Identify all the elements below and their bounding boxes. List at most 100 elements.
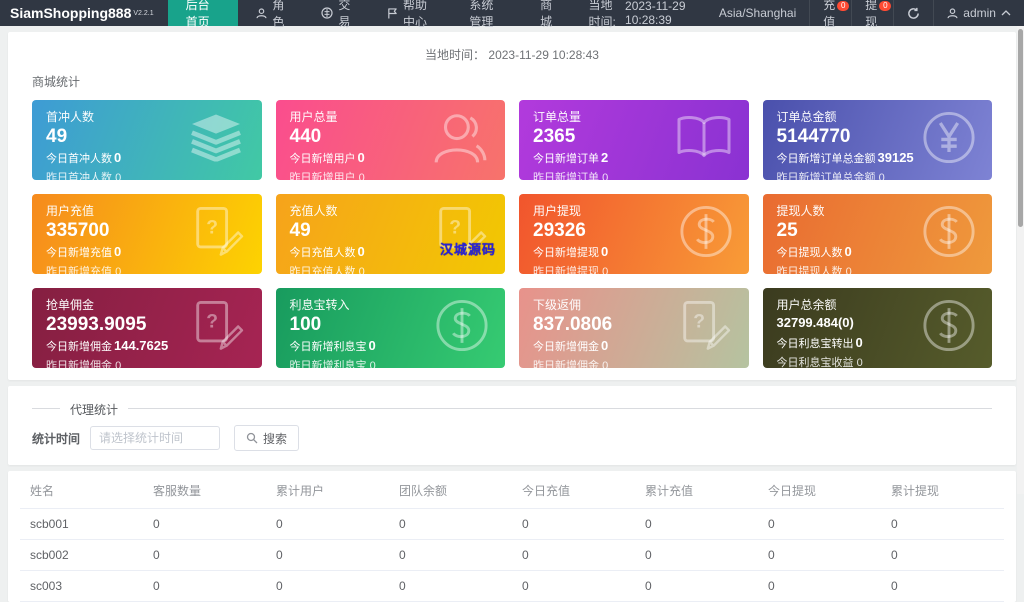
stat-time-input[interactable] bbox=[90, 426, 220, 450]
doc-question-icon: ? bbox=[186, 300, 246, 357]
table-cell: 0 bbox=[881, 571, 1004, 602]
stat-card: 用户提现 29326 今日新增提现0 昨日新增提现 0 bbox=[519, 194, 749, 274]
table-cell: 0 bbox=[758, 571, 881, 602]
user-icon bbox=[947, 8, 958, 19]
dollar-icon bbox=[922, 205, 976, 264]
agent-section-title: 代理统计 bbox=[60, 401, 128, 418]
brand-version: V2.2.1 bbox=[133, 10, 153, 17]
stat-card: 首冲人数 49 今日首冲人数0 昨日首冲人数 0 bbox=[32, 100, 262, 180]
nav-item-4[interactable]: 帮助中心 bbox=[369, 0, 451, 26]
brand-logo[interactable]: SiamShopping888 V2.2.1 bbox=[0, 0, 168, 26]
nav-item-label: 交易 bbox=[338, 0, 351, 30]
refresh-icon bbox=[907, 7, 920, 20]
stat-card: 利息宝转入 100 今日新增利息宝0 昨日新增利息宝 0 bbox=[276, 288, 506, 368]
dollar-icon bbox=[679, 205, 733, 264]
table-header-cell: 客服数量 bbox=[143, 473, 266, 509]
table-header-cell: 累计提现 bbox=[881, 473, 1004, 509]
user-dropdown[interactable]: admin bbox=[933, 0, 1024, 26]
table-cell: 0 bbox=[881, 509, 1004, 540]
table-header-cell: 今日提现 bbox=[758, 473, 881, 509]
agent-table-panel: 姓名客服数量累计用户团队余额今日充值累计充值今日提现累计提现 scb001000… bbox=[8, 471, 1016, 602]
table-header-cell: 今日充值 bbox=[512, 473, 635, 509]
scrollbar-thumb[interactable] bbox=[1018, 29, 1023, 227]
stat-card: 订单总金额 5144770 今日新增订单总金额39125 昨日新增订单总金额 0 bbox=[763, 100, 993, 180]
agent-filter-row: 统计时间 搜索 bbox=[32, 425, 992, 451]
svg-text:?: ? bbox=[693, 311, 705, 332]
nav-item-label: 商城 bbox=[540, 0, 557, 30]
dollar-icon bbox=[435, 299, 489, 358]
nav-item-2[interactable]: 角色 bbox=[238, 0, 303, 26]
table-header-cell: 姓名 bbox=[20, 473, 143, 509]
transaction-icon bbox=[321, 7, 333, 19]
table-body: scb0010000000scb0020000000sc0030000000 bbox=[20, 509, 1004, 602]
nav-item-label: 帮助中心 bbox=[403, 0, 433, 30]
search-icon bbox=[246, 432, 258, 444]
page-local-time: 当地时间： 2023-11-29 10:28:43 bbox=[24, 40, 1000, 71]
nav-item-5[interactable]: 系统管理 bbox=[451, 0, 522, 26]
table-cell: 0 bbox=[266, 509, 389, 540]
table-cell: 0 bbox=[512, 540, 635, 571]
username: admin bbox=[963, 6, 996, 20]
table-header-row: 姓名客服数量累计用户团队余额今日充值累计充值今日提现累计提现 bbox=[20, 473, 1004, 509]
card-yesterday-line: 昨日提现人数 0 bbox=[777, 263, 979, 274]
doc-question-icon: ? bbox=[186, 206, 246, 263]
nav-item-1[interactable]: 后台首页 bbox=[168, 0, 239, 26]
svg-text:?: ? bbox=[206, 217, 218, 238]
stat-card: 用户总量 440 今日新增用户0 昨日新增用户 0 bbox=[276, 100, 506, 180]
agent-name-cell: sc003 bbox=[20, 571, 143, 602]
card-yesterday-line: 昨日新增佣金 0 bbox=[46, 357, 248, 368]
stat-card: 抢单佣金 23993.9095 今日新增佣金144.7625 昨日新增佣金 0 … bbox=[32, 288, 262, 368]
layers-icon bbox=[186, 114, 246, 167]
table-cell: 0 bbox=[389, 571, 512, 602]
stats-panel: 当地时间： 2023-11-29 10:28:43 商城统计 首冲人数 49 今… bbox=[8, 32, 1016, 380]
local-time-display: 当地时间: 2023-11-29 10:28:39 bbox=[576, 0, 706, 26]
stat-card: 提现人数 25 今日提现人数0 昨日提现人数 0 bbox=[763, 194, 993, 274]
stats-section-title: 商城统计 bbox=[32, 73, 1000, 90]
nav-item-6[interactable]: 商城 bbox=[522, 0, 575, 26]
card-yesterday-line: 昨日新增利息宝 0 bbox=[290, 357, 492, 368]
search-button[interactable]: 搜索 bbox=[234, 425, 299, 451]
card-yesterday-line: 昨日首冲人数 0 bbox=[46, 169, 248, 180]
svg-text:?: ? bbox=[449, 217, 461, 238]
stat-card: 订单总量 2365 今日新增订单2 昨日新增订单 0 bbox=[519, 100, 749, 180]
nav-item-label: 角色 bbox=[272, 0, 285, 30]
timezone-display: Asia/Shanghai bbox=[706, 0, 809, 26]
table-cell: 0 bbox=[266, 540, 389, 571]
refresh-button[interactable] bbox=[893, 0, 933, 26]
main-menu: 后台首页角色交易帮助中心系统管理商城 bbox=[168, 0, 576, 26]
dollar-icon bbox=[922, 299, 976, 358]
card-yesterday-line: 昨日充值人数 0 bbox=[290, 263, 492, 274]
recharge-notice-button[interactable]: 充值 0 bbox=[809, 0, 851, 26]
vertical-scrollbar bbox=[1017, 26, 1024, 494]
agent-section-divider: 代理统计 bbox=[32, 408, 992, 409]
nav-item-3[interactable]: 交易 bbox=[303, 0, 369, 26]
table-cell: 0 bbox=[758, 509, 881, 540]
user-icon bbox=[256, 8, 267, 19]
stat-time-label: 统计时间 bbox=[32, 430, 80, 447]
table-header-cell: 累计用户 bbox=[266, 473, 389, 509]
flag-icon bbox=[387, 8, 398, 19]
watermark: 汉城源码 bbox=[440, 239, 496, 258]
agent-name-cell: scb002 bbox=[20, 540, 143, 571]
agent-name-cell: scb001 bbox=[20, 509, 143, 540]
stat-card: 用户充值 335700 今日新增充值0 昨日新增充值 0 ? bbox=[32, 194, 262, 274]
table-cell: 0 bbox=[635, 540, 758, 571]
book-icon bbox=[675, 115, 733, 166]
withdraw-notice-button[interactable]: 提现 0 bbox=[851, 0, 893, 26]
card-yesterday-line: 昨日新增用户 0 bbox=[290, 169, 492, 180]
brand-name: SiamShopping888 bbox=[10, 5, 131, 21]
table-cell: 0 bbox=[635, 509, 758, 540]
card-yesterday-line: 昨日新增订单 0 bbox=[533, 169, 735, 180]
agent-table: 姓名客服数量累计用户团队余额今日充值累计充值今日提现累计提现 scb001000… bbox=[20, 473, 1004, 602]
yen-icon bbox=[922, 111, 976, 170]
stat-card: 用户总余额 32799.484(0) 今日利息宝转出0 今日利息宝收益 0 bbox=[763, 288, 993, 368]
table-cell: 0 bbox=[881, 540, 1004, 571]
table-cell: 0 bbox=[635, 571, 758, 602]
table-cell: 0 bbox=[512, 571, 635, 602]
table-row: sc0030000000 bbox=[20, 571, 1004, 602]
table-row: scb0010000000 bbox=[20, 509, 1004, 540]
top-navbar: SiamShopping888 V2.2.1 后台首页角色交易帮助中心系统管理商… bbox=[0, 0, 1024, 26]
users-icon bbox=[431, 111, 489, 170]
doc-question-icon: ? bbox=[673, 300, 733, 357]
navbar-right: 当地时间: 2023-11-29 10:28:39 Asia/Shanghai … bbox=[576, 0, 1024, 26]
